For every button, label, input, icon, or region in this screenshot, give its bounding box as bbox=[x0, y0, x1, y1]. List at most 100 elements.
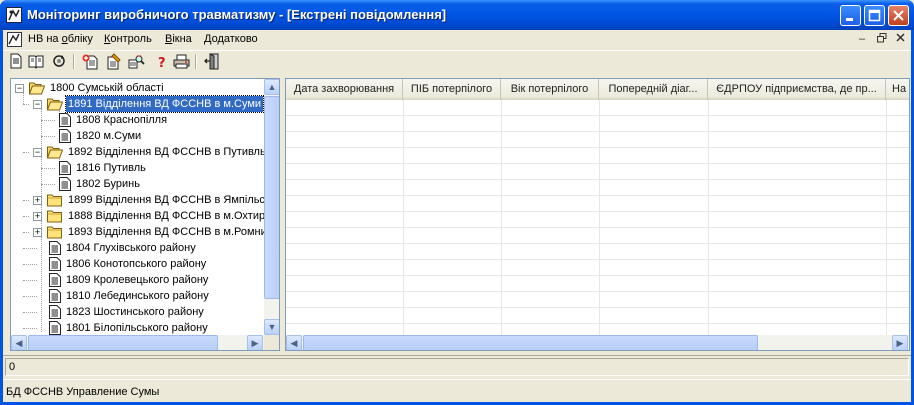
add-doc-icon[interactable] bbox=[82, 53, 99, 70]
app-icon[interactable] bbox=[6, 7, 22, 23]
tree-node-label[interactable]: 1816 Путивль bbox=[74, 160, 148, 176]
table-row[interactable] bbox=[286, 228, 909, 244]
tree-node-label[interactable]: 1801 Білопільського району bbox=[64, 320, 210, 335]
maximize-button[interactable] bbox=[864, 5, 885, 26]
table-row[interactable] bbox=[286, 212, 909, 228]
tree-connector bbox=[23, 328, 37, 329]
tree-horizontal-scrollbar[interactable]: ◀ ▶ bbox=[11, 335, 264, 350]
close-button[interactable] bbox=[888, 5, 909, 26]
menu-nv-obliku[interactable]: НВ на обліку bbox=[28, 33, 93, 45]
column-header[interactable]: Попередній діаг... bbox=[599, 79, 708, 100]
tree-node-label[interactable]: 1888 Відділення ВД ФССНВ в м.Охтир bbox=[66, 208, 264, 224]
column-header[interactable]: ПІБ потерпілого bbox=[403, 79, 501, 100]
table-row[interactable] bbox=[286, 164, 909, 180]
table-row[interactable] bbox=[286, 244, 909, 260]
tree-node[interactable]: 1810 Лебединського району bbox=[11, 288, 264, 304]
tree-node[interactable]: − 1891 Відділення ВД ФССНВ в м.Суми bbox=[11, 95, 264, 113]
book-icon[interactable] bbox=[28, 53, 45, 70]
tree-node[interactable]: +1893 Відділення ВД ФССНВ в м.Ромни bbox=[11, 224, 264, 240]
tree-node-label[interactable]: 1823 Шостинського району bbox=[64, 304, 206, 320]
scroll-left-button[interactable]: ◀ bbox=[11, 335, 27, 350]
tree-node[interactable]: +1888 Відділення ВД ФССНВ в м.Охтир bbox=[11, 208, 264, 224]
tree-node-label[interactable]: 1804 Глухівського району bbox=[64, 240, 198, 256]
tree-node-label[interactable]: 1899 Відділення ВД ФССНВ в Ямпільсь bbox=[66, 192, 264, 208]
tree-node[interactable]: − 1892 Відділення ВД ФССНВ в Путивль bbox=[11, 144, 264, 160]
table-row[interactable] bbox=[286, 196, 909, 212]
table-row[interactable] bbox=[286, 100, 909, 116]
tree-node-label[interactable]: 1806 Конотопського району bbox=[64, 256, 208, 272]
table-row[interactable] bbox=[286, 308, 909, 324]
scroll-thumb[interactable] bbox=[303, 335, 758, 350]
menu-dodatkovo[interactable]: Додатково bbox=[204, 33, 258, 45]
column-header[interactable]: Дата захворювання bbox=[286, 79, 403, 100]
mdi-close-button[interactable] bbox=[893, 33, 907, 46]
client-area: НВ на обліку Контроль Вікна Додатково – bbox=[3, 30, 911, 402]
scroll-left-button[interactable]: ◀ bbox=[286, 335, 302, 350]
tree-node[interactable]: 1801 Білопільського району bbox=[11, 320, 264, 335]
scroll-down-button[interactable]: ▼ bbox=[264, 319, 279, 335]
doc-icon[interactable] bbox=[8, 53, 25, 70]
menu-kontrol[interactable]: Контроль bbox=[104, 33, 152, 45]
table-row[interactable] bbox=[286, 132, 909, 148]
help-icon[interactable]: ? bbox=[153, 53, 170, 71]
mdi-child-icon[interactable] bbox=[7, 32, 22, 47]
scroll-right-button[interactable]: ▶ bbox=[247, 335, 263, 350]
tree-node[interactable]: 1802 Буринь bbox=[11, 176, 264, 192]
tree-node-label[interactable]: 1808 Краснопілля bbox=[74, 112, 169, 128]
column-header[interactable]: На bbox=[886, 79, 909, 100]
tree-node-label[interactable]: 1800 Сумській області bbox=[48, 80, 166, 96]
mdi-restore-button[interactable] bbox=[875, 33, 889, 46]
tree-node-label[interactable]: 1802 Буринь bbox=[74, 176, 142, 192]
tree-connector bbox=[41, 120, 55, 121]
tree-vertical-scrollbar[interactable]: ▲ ▼ bbox=[264, 79, 279, 335]
tree-node-label[interactable]: 1893 Відділення ВД ФССНВ в м.Ромни bbox=[66, 224, 264, 240]
column-header[interactable]: Вік потерпілого bbox=[501, 79, 599, 100]
collapse-icon[interactable]: − bbox=[15, 84, 24, 93]
tree-node[interactable]: +1899 Відділення ВД ФССНВ в Ямпільсь bbox=[11, 192, 264, 208]
scroll-thumb[interactable] bbox=[28, 335, 218, 350]
tree-node-label[interactable]: 1809 Кролевецького району bbox=[64, 272, 210, 288]
expand-icon[interactable]: + bbox=[33, 196, 42, 205]
table-row[interactable] bbox=[286, 116, 909, 132]
tree-node[interactable]: 1823 Шостинського району bbox=[11, 304, 264, 320]
scroll-up-button[interactable]: ▲ bbox=[264, 79, 279, 95]
tree-node-label[interactable]: 1810 Лебединського району bbox=[64, 288, 211, 304]
table-row[interactable] bbox=[286, 276, 909, 292]
database-status: БД ФССНВ Управление Сумы bbox=[6, 386, 160, 398]
collapse-icon[interactable]: − bbox=[33, 100, 42, 109]
document-icon bbox=[49, 289, 61, 303]
tree-node-label[interactable]: 1891 Відділення ВД ФССНВ в м.Суми bbox=[64, 95, 264, 113]
menu-vikna[interactable]: Вікна bbox=[165, 33, 192, 45]
table-row[interactable] bbox=[286, 260, 909, 276]
scroll-right-button[interactable]: ▶ bbox=[892, 335, 908, 350]
table-row[interactable] bbox=[286, 292, 909, 308]
tree-node[interactable]: 1804 Глухівського району bbox=[11, 240, 264, 256]
print-icon[interactable] bbox=[173, 53, 190, 70]
scroll-thumb[interactable] bbox=[264, 96, 279, 299]
tree-view[interactable]: −1800 Сумській області −1891 Відділення В… bbox=[10, 78, 280, 351]
table-row[interactable] bbox=[286, 148, 909, 164]
tree-node[interactable]: 1808 Краснопілля bbox=[11, 112, 264, 128]
column-header[interactable]: ЄДРПОУ підприємства, де пр... bbox=[708, 79, 886, 100]
tree-node-label[interactable]: 1892 Відділення ВД ФССНВ в Путивль bbox=[66, 144, 264, 160]
exit-icon[interactable] bbox=[204, 53, 221, 70]
document-icon bbox=[49, 321, 61, 335]
mdi-minimize-button[interactable]: – bbox=[855, 33, 869, 46]
refresh-icon[interactable] bbox=[51, 53, 68, 70]
tree-node-label[interactable]: 1820 м.Суми bbox=[74, 128, 143, 144]
table-row[interactable] bbox=[286, 180, 909, 196]
search-doc-icon[interactable] bbox=[128, 53, 145, 70]
expand-icon[interactable]: + bbox=[33, 228, 42, 237]
tree-node[interactable]: 1816 Путивль bbox=[11, 160, 264, 176]
tree-node[interactable]: 1820 м.Суми bbox=[11, 128, 264, 144]
tree-node[interactable]: − 1800 Сумській області bbox=[11, 80, 264, 96]
grid-horizontal-scrollbar[interactable]: ◀ ▶ bbox=[286, 335, 909, 350]
edit-doc-icon[interactable] bbox=[105, 53, 122, 70]
tree-node[interactable]: 1806 Конотопського району bbox=[11, 256, 264, 272]
expand-icon[interactable]: + bbox=[33, 212, 42, 221]
data-grid[interactable]: Дата захворювання ПІБ потерпілого Вік по… bbox=[285, 78, 910, 351]
minimize-button[interactable] bbox=[840, 5, 861, 26]
tree-node[interactable]: 1809 Кролевецького району bbox=[11, 272, 264, 288]
title-bar[interactable]: Моніторинг виробничого травматизму - [Ек… bbox=[0, 0, 914, 30]
collapse-icon[interactable]: − bbox=[33, 148, 42, 157]
